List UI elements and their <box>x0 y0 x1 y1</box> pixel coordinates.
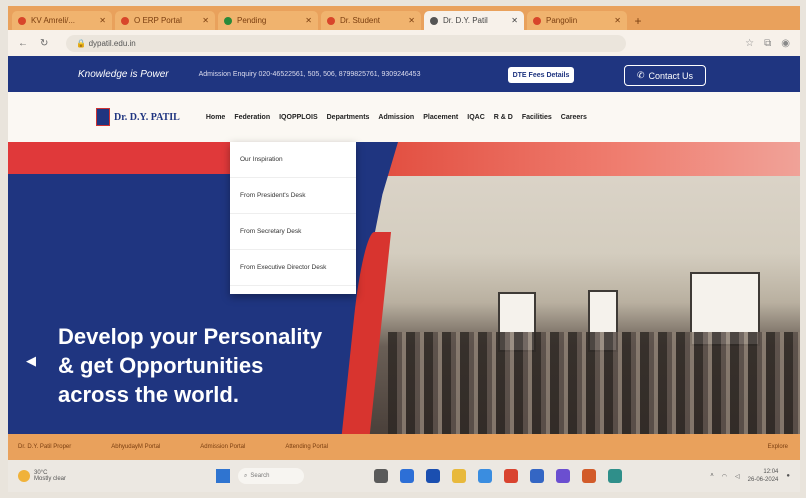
notification-icon[interactable]: ● <box>786 473 790 479</box>
profile-icon[interactable]: ◉ <box>781 38 790 49</box>
address-input[interactable]: 🔒 dypatil.edu.in <box>66 34 627 52</box>
new-tab-button[interactable]: + <box>630 11 646 30</box>
nav-item-admission[interactable]: Admission <box>378 114 414 121</box>
nav-item-careers[interactable]: Careers <box>561 114 587 121</box>
hero-red-band <box>8 142 248 174</box>
close-icon[interactable]: ✕ <box>408 16 415 25</box>
bookmark-bar: Dr. D.Y. Patil Proper AbhyudayM Portal A… <box>8 434 800 460</box>
federation-dropdown: Our Inspiration From President's Desk Fr… <box>230 142 356 294</box>
admission-enquiry: Admission Enquiry 020-46522561, 505, 506… <box>198 70 421 78</box>
nav-item-facilities[interactable]: Facilities <box>522 114 552 121</box>
dropdown-item[interactable]: From Secretary Desk <box>230 214 356 250</box>
nav-item-about[interactable]: IQOPPLOIS <box>279 114 318 121</box>
nav-item-federation[interactable]: Federation <box>234 114 270 121</box>
browser-tab[interactable]: KV Amreli/... ✕ <box>12 11 112 30</box>
logo-emblem-icon <box>96 108 110 126</box>
nav-item-rnd[interactable]: R & D <box>494 114 513 121</box>
browser-tab[interactable]: Pending ✕ <box>218 11 318 30</box>
hero-top-band <box>348 142 800 176</box>
taskbar-apps <box>374 469 623 483</box>
browser-tab[interactable]: Dr. Student ✕ <box>321 11 421 30</box>
windows-start-icon[interactable] <box>216 469 231 483</box>
star-icon[interactable]: ☆ <box>745 38 754 49</box>
bookmark-item[interactable]: AbhyudayM Portal <box>111 444 160 450</box>
close-icon[interactable]: ✕ <box>614 16 621 25</box>
app-icon[interactable] <box>426 469 441 483</box>
app-icon[interactable] <box>608 469 623 483</box>
app-icon[interactable] <box>400 469 415 483</box>
bookmark-item[interactable]: Explore <box>768 444 788 450</box>
system-tray: ˄ ◠ ◁ 12:04 26-06-2024 ● <box>710 468 790 484</box>
nav-item-placement[interactable]: Placement <box>423 114 458 121</box>
search-icon: ⌕ <box>244 472 248 479</box>
phone-icon: ✆ <box>636 70 645 80</box>
app-icon[interactable] <box>478 469 493 483</box>
chevron-up-icon[interactable]: ˄ <box>710 473 714 479</box>
weather-widget[interactable]: 30°C Mostly clear <box>18 470 66 482</box>
nav-item-iqac[interactable]: IQAC <box>467 114 485 121</box>
close-icon[interactable]: ✕ <box>99 16 106 25</box>
site-top-bar: Knowledge is Power Admission Enquiry 020… <box>8 56 800 92</box>
hero-banner: ◀ Develop your Personality & get Opportu… <box>8 142 800 434</box>
tab-favicon-icon <box>121 16 129 25</box>
hero-headline: Develop your Personality & get Opportuni… <box>58 324 323 407</box>
app-icon[interactable] <box>556 469 571 483</box>
dropdown-item[interactable]: From Executive Director Desk <box>230 250 356 286</box>
nav-item-home[interactable]: Home <box>206 114 225 121</box>
bookmark-item[interactable]: Attending Portal <box>285 444 328 450</box>
app-icon[interactable] <box>530 469 545 483</box>
close-icon[interactable]: ✕ <box>305 16 312 25</box>
lock-icon: 🔒 <box>76 38 89 48</box>
clock[interactable]: 12:04 26-06-2024 <box>748 468 779 484</box>
tab-favicon-icon <box>18 16 26 25</box>
taskbar-search-input[interactable]: ⌕ Search <box>238 468 305 484</box>
browser-tab-active[interactable]: Dr. D.Y. Patil ✕ <box>424 11 524 30</box>
site-motto: Knowledge is Power <box>78 68 169 80</box>
audience-photo <box>388 332 800 434</box>
sun-icon <box>18 470 30 482</box>
site-navigation: Dr. D.Y. PATIL Home Federation IQOPPLOIS… <box>8 92 800 142</box>
wifi-icon[interactable]: ◠ <box>722 473 727 480</box>
nav-item-departments[interactable]: Departments <box>327 114 370 121</box>
tab-favicon-icon <box>224 16 232 25</box>
bookmark-item[interactable]: Dr. D.Y. Patil Proper <box>18 444 71 450</box>
file-explorer-icon[interactable] <box>452 469 467 483</box>
back-icon[interactable]: ← <box>18 38 28 49</box>
dropdown-item[interactable]: Our Inspiration <box>230 142 356 178</box>
close-icon[interactable]: ✕ <box>511 16 518 25</box>
extensions-icon[interactable]: ⧉ <box>764 38 771 49</box>
browser-tab[interactable]: Pangolin ✕ <box>527 11 627 30</box>
address-bar-row: ← ↻ 🔒 dypatil.edu.in ☆ ⧉ ◉ <box>8 30 800 56</box>
fee-details-button[interactable]: DTE Fees Details <box>508 67 574 83</box>
chrome-icon[interactable] <box>504 469 519 483</box>
tab-favicon-icon <box>430 16 438 25</box>
reload-icon[interactable]: ↻ <box>40 38 48 49</box>
browser-tab-bar: KV Amreli/... ✕ O ERP Portal ✕ Pending ✕ Dr… <box>8 6 800 30</box>
tab-favicon-icon <box>327 16 335 25</box>
app-icon[interactable] <box>582 469 597 483</box>
main-menu: Home Federation IQOPPLOIS Departments Ad… <box>206 114 587 121</box>
contact-us-button[interactable]: ✆ Contact Us <box>624 65 706 86</box>
slider-prev-icon[interactable]: ◀ <box>24 354 38 368</box>
volume-icon[interactable]: ◁ <box>735 473 740 480</box>
close-icon[interactable]: ✕ <box>202 16 209 25</box>
bookmark-item[interactable]: Admission Portal <box>200 444 245 450</box>
browser-tab[interactable]: O ERP Portal ✕ <box>115 11 215 30</box>
dropdown-item[interactable]: From President's Desk <box>230 178 356 214</box>
screen: KV Amreli/... ✕ O ERP Portal ✕ Pending ✕ Dr… <box>8 6 800 492</box>
os-taskbar: 30°C Mostly clear ⌕ Search ˄ ◠ ◁ 12:04 26-… <box>8 460 800 492</box>
task-view-icon[interactable] <box>374 469 389 483</box>
college-logo[interactable]: Dr. D.Y. PATIL <box>96 108 180 126</box>
tab-favicon-icon <box>533 16 541 25</box>
